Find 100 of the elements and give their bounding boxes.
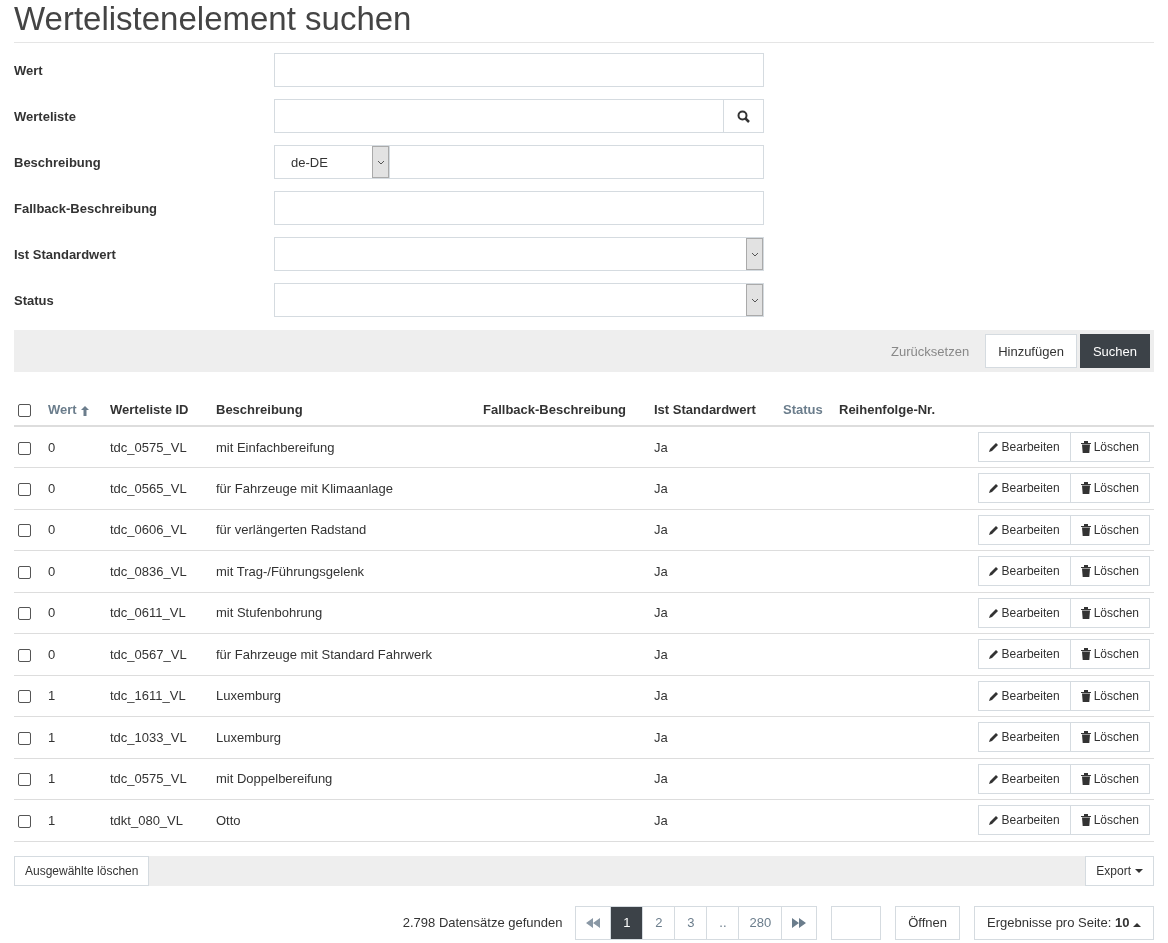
trash-icon <box>1080 731 1091 744</box>
checkbox[interactable] <box>18 648 31 662</box>
sort-arrow-icon <box>80 405 89 416</box>
table-cell: Luxemburg <box>216 688 282 704</box>
page-input[interactable] <box>831 905 882 940</box>
delete-button[interactable]: Löschen <box>1069 763 1150 794</box>
table-cell: 0 <box>48 480 56 496</box>
first-page-button[interactable] <box>575 905 612 940</box>
delete-button[interactable]: Löschen <box>1069 514 1150 545</box>
open-button[interactable]: Öffnen <box>895 905 960 940</box>
table-cell: für Fahrzeuge mit Klimaanlage <box>216 480 394 496</box>
select-field[interactable] <box>274 237 764 271</box>
checkbox[interactable] <box>18 731 31 745</box>
checkbox[interactable] <box>18 565 31 579</box>
table-cell: Ja <box>654 646 668 662</box>
table-cell: 1 <box>48 688 56 704</box>
delete-button[interactable]: Löschen <box>1069 432 1150 463</box>
page-button[interactable]: 2 <box>642 905 676 940</box>
table-cell: tdc_0575_VL <box>110 439 187 455</box>
column-header: Beschreibung <box>212 396 479 427</box>
trash-icon <box>1080 523 1091 536</box>
trash-icon <box>1080 772 1091 785</box>
delete-button[interactable]: Löschen <box>1069 556 1150 587</box>
edit-button[interactable]: Bearbeiten <box>977 514 1071 545</box>
checkbox[interactable] <box>18 482 31 496</box>
table-cell: 1 <box>48 812 56 828</box>
table-cell: 0 <box>48 439 56 455</box>
table-cell: mit Doppelbereifung <box>216 771 333 787</box>
form-button[interactable]: Hinzufügen <box>985 334 1077 368</box>
trash-icon <box>1080 689 1091 702</box>
page-size-button[interactable]: Ergebnisse pro Seite: 10 <box>974 905 1154 940</box>
edit-button[interactable]: Bearbeiten <box>977 722 1071 753</box>
table-cell: 0 <box>48 563 56 579</box>
checkbox[interactable] <box>18 814 31 828</box>
edit-button[interactable]: Bearbeiten <box>977 556 1071 587</box>
result-count: 2.798 Datensätze gefunden <box>402 915 563 931</box>
delete-button[interactable]: Löschen <box>1069 639 1150 670</box>
delete-button[interactable]: Löschen <box>1069 722 1150 753</box>
page-title: Wertelistenelement suchen <box>14 0 1154 43</box>
table-cell: tdc_0565_VL <box>110 480 187 496</box>
column-header[interactable]: Status <box>779 396 835 427</box>
page-button[interactable]: 280 <box>738 905 783 940</box>
export-button[interactable]: Export <box>1085 855 1154 886</box>
pencil-icon <box>988 732 999 743</box>
edit-button[interactable]: Bearbeiten <box>977 597 1071 628</box>
checkbox[interactable] <box>18 773 31 787</box>
delete-button[interactable]: Löschen <box>1069 473 1150 504</box>
trash-icon <box>1080 648 1091 661</box>
delete-button[interactable]: Löschen <box>1069 805 1150 836</box>
table-cell: 0 <box>48 522 56 538</box>
table-cell: 0 <box>48 605 56 621</box>
select-field[interactable] <box>274 283 764 317</box>
trash-icon <box>1080 565 1091 578</box>
checkbox[interactable] <box>18 690 31 704</box>
delete-selected-button[interactable]: Ausgewählte löschen <box>14 855 150 886</box>
edit-button[interactable]: Bearbeiten <box>977 639 1071 670</box>
pencil-icon <box>988 815 999 826</box>
table-cell: Ja <box>654 439 668 455</box>
field-label: Status <box>14 292 55 308</box>
table-cell: tdc_0611_VL <box>110 605 186 621</box>
delete-button[interactable]: Löschen <box>1069 597 1150 628</box>
page-button[interactable]: .. <box>706 905 740 940</box>
page-button[interactable]: 1 <box>610 905 644 940</box>
edit-button[interactable]: Bearbeiten <box>977 763 1071 794</box>
table-cell: 0 <box>48 646 56 662</box>
column-header[interactable]: Wert <box>44 396 106 427</box>
table-cell: tdc_0575_VL <box>110 771 187 787</box>
table-cell: Otto <box>216 812 241 828</box>
edit-button[interactable]: Bearbeiten <box>977 432 1071 463</box>
last-page-button[interactable] <box>781 905 818 940</box>
delete-button[interactable]: Löschen <box>1069 680 1150 711</box>
table-cell: Ja <box>654 688 668 704</box>
column-header: Werteliste ID <box>106 396 212 427</box>
table-cell: tdc_0567_VL <box>110 646 187 662</box>
lookup-field[interactable] <box>274 99 764 133</box>
checkbox[interactable] <box>18 441 31 455</box>
pencil-icon <box>988 483 999 494</box>
pencil-icon <box>988 524 999 535</box>
checkbox[interactable] <box>18 404 31 418</box>
input-field[interactable] <box>274 53 764 87</box>
edit-button[interactable]: Bearbeiten <box>977 473 1071 504</box>
table-cell: Ja <box>654 812 668 828</box>
trash-icon <box>1080 441 1091 454</box>
checkbox[interactable] <box>18 607 31 621</box>
table-cell: Ja <box>654 771 668 787</box>
edit-button[interactable]: Bearbeiten <box>977 805 1071 836</box>
table-cell: tdc_0606_VL <box>110 522 187 538</box>
double-right-icon <box>792 917 807 928</box>
table-cell: tdkt_080_VL <box>110 812 183 828</box>
pencil-icon <box>988 566 999 577</box>
field-label: Beschreibung <box>14 154 102 170</box>
form-button[interactable]: Suchen <box>1079 334 1150 368</box>
column-header: Fallback-Beschreibung <box>479 396 650 427</box>
table-cell: Ja <box>654 522 668 538</box>
field-label: Wert <box>14 62 44 78</box>
input-field[interactable] <box>274 191 764 225</box>
edit-button[interactable]: Bearbeiten <box>977 680 1071 711</box>
checkbox[interactable] <box>18 524 31 538</box>
page-button[interactable]: 3 <box>674 905 708 940</box>
table-cell: 1 <box>48 771 56 787</box>
